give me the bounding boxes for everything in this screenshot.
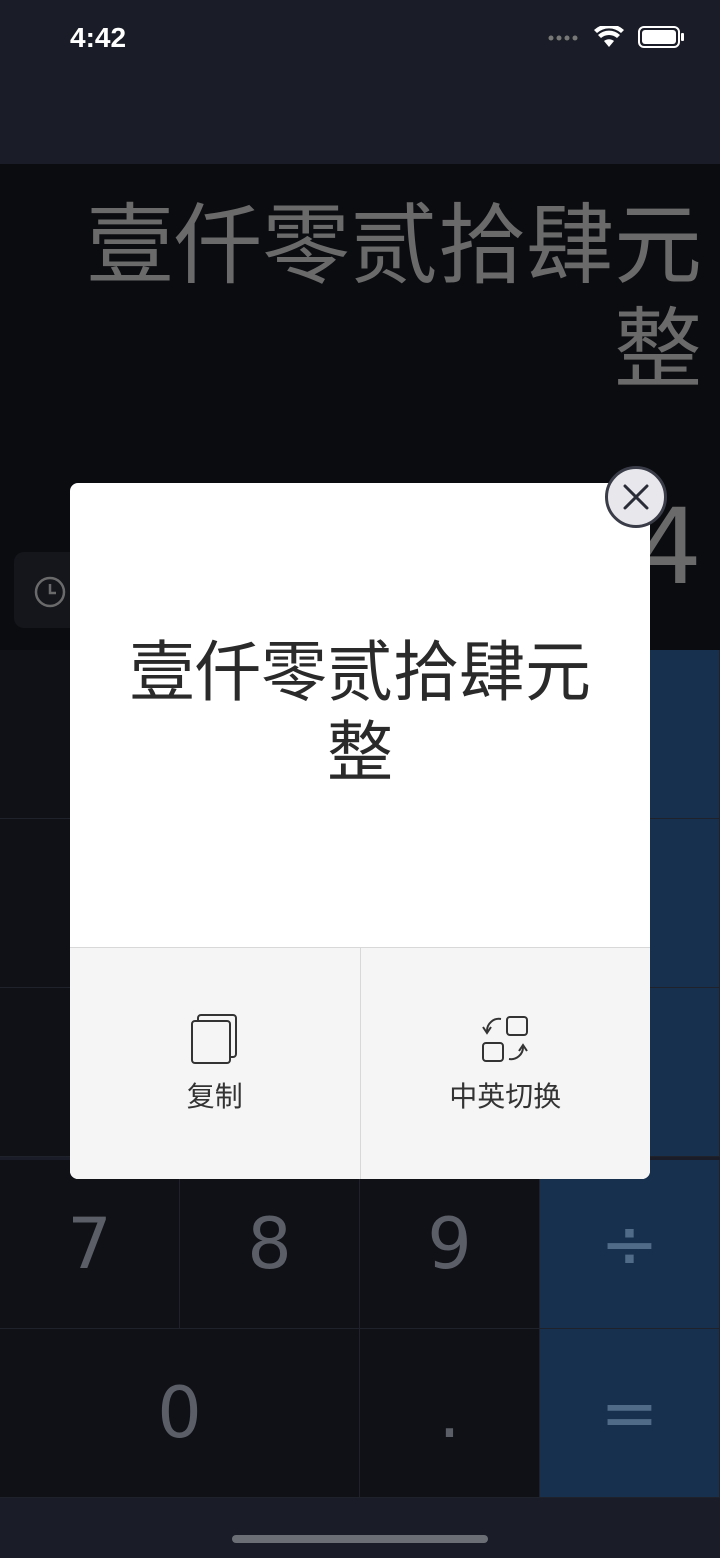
clock-icon	[34, 576, 66, 608]
key-7[interactable]: 7	[0, 1160, 180, 1329]
switch-icon	[482, 1016, 529, 1062]
battery-icon	[638, 26, 684, 48]
result-text[interactable]: 壹仟零贰拾肆元整	[62, 194, 702, 402]
key-8[interactable]: 8	[180, 1160, 360, 1329]
language-switch-label: 中英切换	[449, 1080, 562, 1113]
language-switch-button[interactable]: 中英切换	[359, 948, 651, 1179]
key-divide[interactable]: ÷	[540, 1160, 720, 1329]
close-button[interactable]	[605, 466, 667, 528]
key-equals[interactable]: =	[540, 1329, 720, 1498]
status-time: 4:42	[70, 22, 127, 53]
modal-result-text: 壹仟零贰拾肆元整	[129, 634, 591, 791]
status-bar: 4:42	[0, 0, 720, 80]
bottom-bar	[0, 1498, 720, 1558]
copy-button[interactable]: 复制	[70, 948, 360, 1179]
home-indicator[interactable]	[232, 1535, 488, 1543]
copy-label: 复制	[186, 1080, 243, 1113]
wifi-icon	[594, 26, 624, 47]
status-icons	[548, 26, 684, 48]
key-0[interactable]: 0	[0, 1329, 360, 1498]
copy-icon	[190, 1014, 237, 1064]
close-icon	[623, 484, 649, 510]
modal-actions: 复制 中英切换	[70, 947, 650, 1179]
signal-icon	[548, 35, 578, 41]
key-decimal[interactable]: .	[360, 1329, 540, 1498]
key-9[interactable]: 9	[360, 1160, 540, 1329]
result-modal: 壹仟零贰拾肆元整 复制 中英切换	[70, 483, 650, 1179]
